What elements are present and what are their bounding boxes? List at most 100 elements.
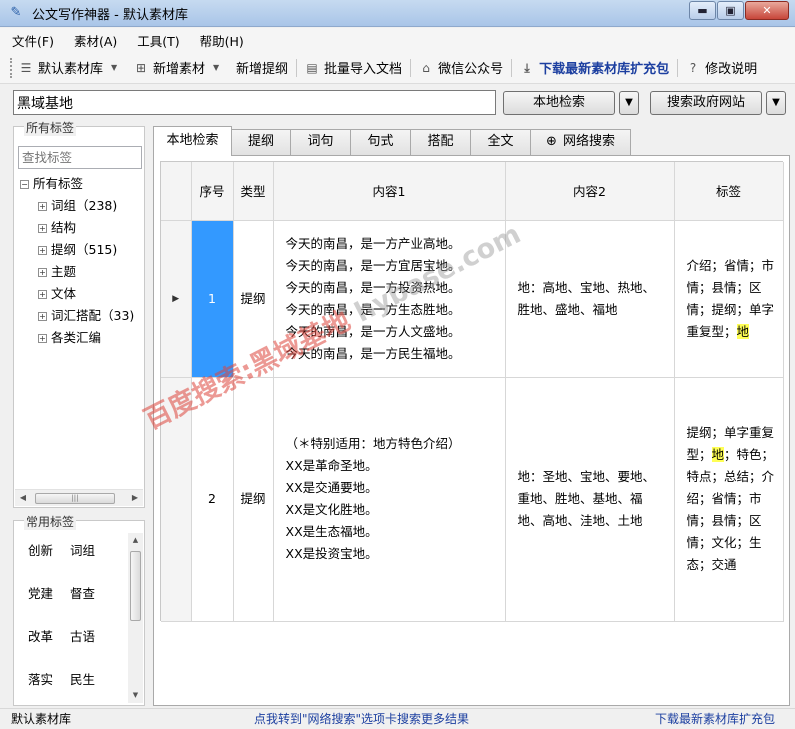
gov-search-button[interactable]: 搜索政府网站 xyxy=(650,91,762,115)
header-tags[interactable]: 标签 xyxy=(674,162,784,221)
changelog-button[interactable]: ? 修改说明 xyxy=(686,58,757,78)
row-tags[interactable]: 介绍；省情；市情；县情；区情；提纲；单字重复型；地 xyxy=(674,220,784,378)
common-tags-panel: 常用标签 创新 词组 党建 督查 改革 古语 落实 民生 ▲ ▼ xyxy=(13,513,145,709)
tree-item-outline[interactable]: + 提纲（515) xyxy=(20,239,142,261)
tree-item-label: 提纲（515) xyxy=(51,242,118,257)
search-input[interactable] xyxy=(13,90,496,115)
content-line: 今天的南昌，是一方生态胜地。 xyxy=(285,301,461,317)
row-content1[interactable]: （＊特别适用：地方特色介绍） XX是革命圣地。 XX是交通要地。 XX是文化胜地… xyxy=(273,377,506,622)
wechat-label: 微信公众号 xyxy=(438,62,504,77)
tab-full-text[interactable]: 全文 xyxy=(470,129,531,155)
batch-import-button[interactable]: ▤ 批量导入文档 xyxy=(305,58,403,78)
tab-collocation[interactable]: 搭配 xyxy=(410,129,471,155)
tab-phrases[interactable]: 词句 xyxy=(290,129,351,155)
row-number[interactable]: 1 xyxy=(191,220,234,378)
results-grid: 序号 类型 内容1 内容2 标签 ▶ 1 提纲 今天的南昌，是一方产业高地。 今… xyxy=(160,161,784,622)
common-tag[interactable]: 改革 xyxy=(28,623,70,666)
tree-item-collocation[interactable]: + 词汇搭配（33) xyxy=(20,305,142,327)
wechat-button[interactable]: ⌂ 微信公众号 xyxy=(419,58,504,78)
row-selector[interactable]: ▶ xyxy=(161,220,192,378)
menu-file[interactable]: 文件(F) xyxy=(12,31,54,50)
tree-item-compilations[interactable]: + 各类汇编 xyxy=(20,327,142,349)
tree-item-label: 文体 xyxy=(51,286,77,301)
status-web-search-link[interactable]: 点我转到"网络搜索"选项卡搜索更多结果 xyxy=(254,709,469,729)
row-content2[interactable]: 地：圣地、宝地、要地、重地、胜地、基地、福地、高地、洼地、土地 xyxy=(505,377,675,622)
expand-icon[interactable]: + xyxy=(38,245,47,255)
tree-item-genre[interactable]: + 文体 xyxy=(20,283,142,305)
row-number[interactable]: 2 xyxy=(191,377,234,622)
header-content2[interactable]: 内容2 xyxy=(505,162,675,221)
common-tag[interactable]: 词组 xyxy=(70,537,112,580)
gov-search-dropdown[interactable]: ▼ xyxy=(766,91,786,115)
local-search-button[interactable]: 本地检索 xyxy=(503,91,615,115)
scrollbar-thumb[interactable] xyxy=(130,551,141,621)
row-type[interactable]: 提纲 xyxy=(233,377,274,622)
status-download-link[interactable]: 下载最新素材库扩充包 xyxy=(655,709,775,729)
scroll-down-icon[interactable]: ▼ xyxy=(130,690,141,701)
local-search-dropdown[interactable]: ▼ xyxy=(619,91,639,115)
tab-web-search[interactable]: ⊕ 网络搜索 xyxy=(530,129,631,155)
common-tag[interactable]: 督查 xyxy=(70,580,112,623)
common-tag[interactable]: 古语 xyxy=(70,623,112,666)
menu-help[interactable]: 帮助(H) xyxy=(200,31,244,50)
close-button[interactable]: ✕ xyxy=(745,1,789,20)
tree-item-theme[interactable]: + 主题 xyxy=(20,261,142,283)
add-material-button[interactable]: ⊞ 新增素材 ▼ xyxy=(134,58,228,78)
table-header-row: 序号 类型 内容1 内容2 标签 xyxy=(161,162,784,221)
common-tags-row: 党建 督查 xyxy=(28,580,128,623)
download-package-button[interactable]: ⤓ 下载最新素材库扩充包 xyxy=(520,58,669,78)
content-line: XX是投资宝地。 xyxy=(285,546,378,561)
batch-import-label: 批量导入文档 xyxy=(324,62,403,77)
scroll-up-icon[interactable]: ▲ xyxy=(130,535,141,546)
common-tag[interactable]: 落实 xyxy=(28,666,70,709)
minimize-button[interactable]: ▬ xyxy=(689,1,716,20)
expand-icon[interactable]: + xyxy=(38,201,47,211)
menu-material[interactable]: 素材(A) xyxy=(74,31,117,50)
table-row[interactable]: ▶ 1 提纲 今天的南昌，是一方产业高地。 今天的南昌，是一方宜居宝地。 今天的… xyxy=(161,220,784,378)
home-icon: ⌂ xyxy=(422,60,430,75)
header-type[interactable]: 类型 xyxy=(233,162,274,221)
tag-search-input[interactable] xyxy=(18,146,142,169)
library-list-icon: ☰ xyxy=(20,60,32,75)
row-content2[interactable]: 地：高地、宝地、热地、胜地、盛地、福地 xyxy=(505,220,675,378)
expand-icon[interactable]: + xyxy=(38,223,47,233)
tab-sentence-patterns[interactable]: 句式 xyxy=(350,129,411,155)
expand-icon[interactable]: + xyxy=(38,289,47,299)
tab-local-search[interactable]: 本地检索 xyxy=(153,126,232,156)
common-tags-vertical-scrollbar[interactable]: ▲ ▼ xyxy=(128,533,143,703)
caret-down-icon: ▼ xyxy=(212,62,220,72)
toolbar-grip xyxy=(10,57,13,78)
tree-item-label: 结构 xyxy=(51,220,77,235)
tree-item-phrases[interactable]: + 词组（238) xyxy=(20,195,142,217)
common-tag[interactable]: 民生 xyxy=(70,666,112,709)
header-number[interactable]: 序号 xyxy=(191,162,234,221)
tree-root[interactable]: − 所有标签 xyxy=(20,173,142,195)
row-type[interactable]: 提纲 xyxy=(233,220,274,378)
common-tag[interactable]: 党建 xyxy=(28,580,70,623)
header-content1[interactable]: 内容1 xyxy=(273,162,506,221)
content-line: 今天的南昌，是一方人文盛地。 xyxy=(285,323,461,339)
expand-icon[interactable]: + xyxy=(38,267,47,277)
common-tags-grid: 创新 词组 党建 督查 改革 古语 落实 民生 xyxy=(28,537,128,709)
content-line: XX是交通要地。 xyxy=(285,480,378,495)
expand-icon[interactable]: + xyxy=(38,311,47,321)
tree-item-structure[interactable]: + 结构 xyxy=(20,217,142,239)
row-selector[interactable] xyxy=(161,377,192,622)
content-line: XX是革命圣地。 xyxy=(285,458,378,473)
all-tags-title: 所有标签 xyxy=(24,119,77,136)
row-content1[interactable]: 今天的南昌，是一方产业高地。 今天的南昌，是一方宜居宝地。 今天的南昌，是一方投… xyxy=(273,220,506,378)
collapse-icon[interactable]: − xyxy=(20,179,29,189)
expand-icon[interactable]: + xyxy=(38,333,47,343)
table-row[interactable]: 2 提纲 （＊特别适用：地方特色介绍） XX是革命圣地。 XX是交通要地。 XX… xyxy=(161,377,784,622)
row-tags[interactable]: 提纲；单字重复型；地；特色；特点；总结；介绍；省情；市情；县情；区情；文化；生态… xyxy=(674,377,784,622)
scroll-left-icon[interactable]: ◀ xyxy=(17,492,29,504)
scroll-right-icon[interactable]: ▶ xyxy=(129,492,141,504)
menu-tools[interactable]: 工具(T) xyxy=(137,31,179,50)
library-dropdown-button[interactable]: ☰ 默认素材库 ▼ xyxy=(19,58,126,78)
common-tag[interactable]: 创新 xyxy=(28,537,70,580)
tab-outline[interactable]: 提纲 xyxy=(231,129,291,155)
tag-tree-horizontal-scrollbar[interactable]: ◀ ||| ▶ xyxy=(15,489,143,506)
add-outline-button[interactable]: 新增提纲 xyxy=(236,58,288,77)
scrollbar-thumb[interactable]: ||| xyxy=(35,493,115,504)
maximize-button[interactable]: ▣ xyxy=(717,1,744,20)
